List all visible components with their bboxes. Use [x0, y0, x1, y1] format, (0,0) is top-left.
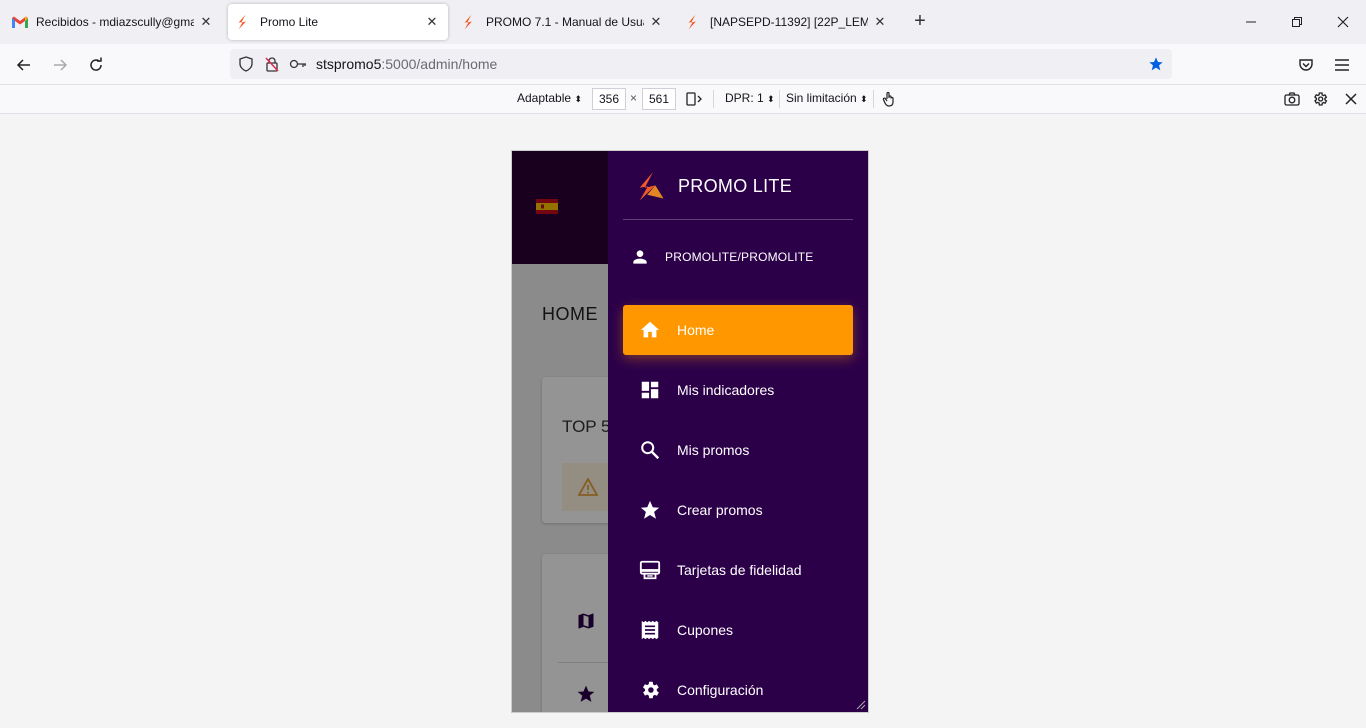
nav-item-label: Home — [677, 322, 715, 338]
nav-item-label: Configuración — [677, 682, 764, 698]
nav-item-label: Crear promos — [677, 502, 763, 518]
person-icon — [633, 250, 647, 264]
close-tab-icon[interactable]: ✕ — [424, 14, 440, 30]
device-viewport: HOME TOP 5 PROMO LITE PROMOLITE/PROMOLIT… — [512, 151, 868, 712]
user-info[interactable]: PROMOLITE/PROMOLITE — [630, 247, 814, 267]
nav-item-label: Mis promos — [677, 442, 750, 458]
search-icon — [638, 438, 662, 462]
throttle-selector[interactable]: Sin limitación ⬍ — [786, 91, 868, 105]
new-tab-button[interactable]: + — [906, 10, 934, 34]
device-selector[interactable]: Adaptable ⬍ — [517, 91, 582, 105]
dpr-selector[interactable]: DPR: 1 ⬍ — [725, 91, 775, 105]
close-rdm-icon[interactable] — [1342, 90, 1360, 108]
receipt-icon — [638, 618, 662, 642]
viewport-height-input[interactable]: 561 — [642, 88, 676, 110]
address-bar[interactable]: stspromo5:5000/admin/home — [230, 49, 1172, 79]
gear-icon — [638, 678, 662, 702]
shield-icon[interactable] — [236, 54, 256, 74]
rotate-viewport-icon[interactable] — [685, 90, 703, 108]
touch-simulation-icon[interactable] — [880, 90, 898, 108]
close-tab-icon[interactable]: ✕ — [648, 14, 664, 30]
key-icon[interactable] — [288, 54, 308, 74]
nav-item-mis-promos[interactable]: Mis promos — [623, 425, 853, 475]
toolbar-separator — [713, 90, 714, 108]
promo-lite-logo-icon — [639, 172, 664, 201]
settings-gear-icon[interactable] — [1311, 90, 1329, 108]
forward-icon[interactable] — [46, 51, 74, 79]
updown-arrows-icon: ⬍ — [767, 94, 775, 104]
responsive-design-toolbar: Adaptable ⬍ 356 × 561 DPR: 1 ⬍ Sin limit… — [0, 85, 1366, 114]
resize-handle-icon[interactable] — [854, 698, 866, 710]
hamburger-menu-icon[interactable] — [1328, 51, 1356, 79]
tab-label: Recibidos - mdiazscully@gmail.com — [36, 15, 194, 29]
star-icon — [638, 498, 662, 522]
viewport-width-input[interactable]: 356 — [592, 88, 626, 110]
tab-label: [NAPSEPD-11392] [22P_LEM_RE — [710, 15, 868, 29]
home-icon — [638, 318, 662, 342]
nav-item-tarjetas-de-fidelidad[interactable]: Tarjetas de fidelidad — [623, 545, 853, 595]
dpr-label: DPR: 1 — [725, 91, 764, 105]
nav-item-label: Tarjetas de fidelidad — [677, 562, 802, 578]
back-icon[interactable] — [10, 51, 38, 79]
nav-item-cupones[interactable]: Cupones — [623, 605, 853, 655]
bookmark-star-icon[interactable] — [1146, 54, 1166, 74]
url-path: :5000/admin/home — [381, 56, 498, 72]
nav-item-configuracion[interactable]: Configuración — [623, 665, 853, 712]
tab-promo-lite[interactable]: Promo Lite ✕ — [228, 4, 448, 40]
nav-item-home[interactable]: Home — [623, 305, 853, 355]
url-host: stspromo5 — [316, 56, 382, 72]
gmail-icon — [12, 14, 28, 30]
tab-manual[interactable]: PROMO 7.1 - Manual de Usuario ✕ — [454, 4, 672, 40]
close-tab-icon[interactable]: ✕ — [872, 14, 888, 30]
reload-icon[interactable] — [82, 51, 110, 79]
nav-item-mis-indicadores[interactable]: Mis indicadores — [623, 365, 853, 415]
url-text[interactable]: stspromo5:5000/admin/home — [316, 56, 497, 72]
pocket-icon[interactable] — [1292, 51, 1320, 79]
toolbar-separator — [873, 90, 874, 108]
toolbar-separator — [779, 90, 780, 108]
drawer-divider — [623, 219, 853, 220]
navigation-toolbar: stspromo5:5000/admin/home — [0, 44, 1366, 85]
brand: PROMO LITE — [636, 171, 792, 201]
promo-lite-logo-icon — [462, 14, 478, 30]
tab-label: PROMO 7.1 - Manual de Usuario — [486, 15, 644, 29]
throttle-label: Sin limitación — [786, 91, 857, 105]
close-window-icon[interactable] — [1328, 8, 1358, 36]
side-drawer: PROMO LITE PROMOLITE/PROMOLITE Home Mis … — [608, 151, 868, 712]
tab-jira[interactable]: [NAPSEPD-11392] [22P_LEM_RE ✕ — [678, 4, 896, 40]
nav-item-label: Cupones — [677, 622, 734, 638]
restore-icon[interactable] — [1282, 8, 1312, 36]
tab-strip: Recibidos - mdiazscully@gmail.com ✕ Prom… — [0, 0, 1366, 44]
promo-lite-logo-icon — [686, 14, 702, 30]
promo-lite-logo-icon — [236, 14, 252, 30]
dimension-separator: × — [630, 91, 638, 105]
nav-item-label: Mis indicadores — [677, 382, 775, 398]
tab-gmail[interactable]: Recibidos - mdiazscully@gmail.com ✕ — [4, 4, 222, 40]
screenshot-camera-icon[interactable] — [1283, 90, 1301, 108]
user-name: PROMOLITE/PROMOLITE — [665, 250, 814, 264]
card-terminal-icon — [638, 558, 662, 582]
nav-item-crear-promos[interactable]: Crear promos — [623, 485, 853, 535]
updown-arrows-icon: ⬍ — [574, 94, 582, 104]
dashboard-icon — [638, 378, 662, 402]
close-tab-icon[interactable]: ✕ — [198, 14, 214, 30]
insecure-lock-icon[interactable] — [262, 54, 282, 74]
updown-arrows-icon: ⬍ — [860, 94, 868, 104]
minimize-icon[interactable] — [1236, 8, 1266, 36]
tab-label: Promo Lite — [260, 15, 319, 29]
device-selector-label: Adaptable — [517, 91, 572, 105]
brand-name: PROMO LITE — [678, 175, 793, 196]
